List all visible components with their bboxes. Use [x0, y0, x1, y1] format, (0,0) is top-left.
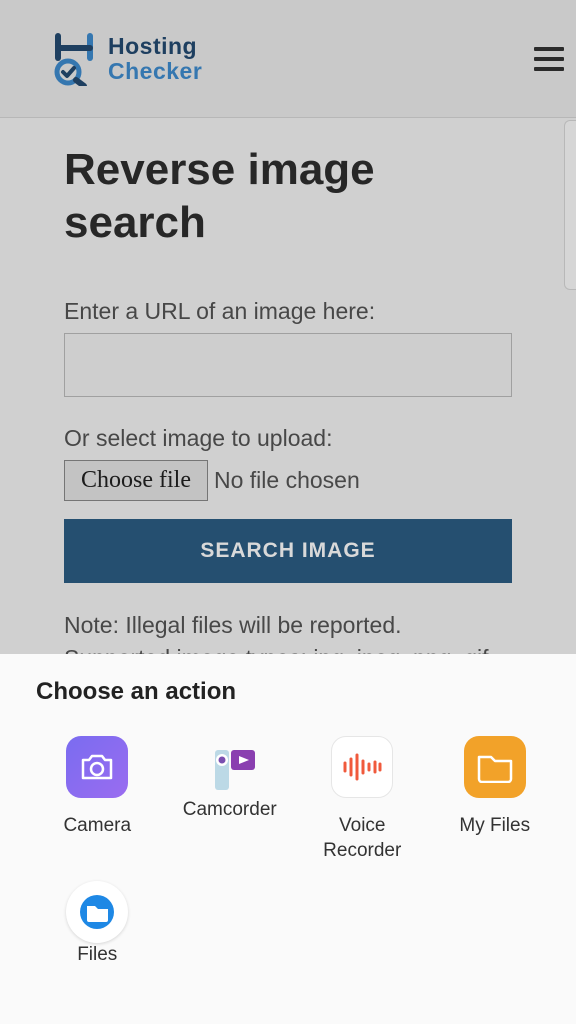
site-header: Hosting Checker [0, 0, 576, 118]
file-input-row: Choose file No file chosen [64, 460, 512, 501]
logo-icon [50, 32, 98, 86]
app-my-files-label: My Files [459, 814, 530, 839]
app-files[interactable]: Files [36, 881, 159, 968]
voice-recorder-icon [331, 736, 393, 798]
app-grid: Camera Camcorder [36, 736, 556, 968]
app-files-label: Files [77, 943, 117, 968]
upload-label: Or select image to upload: [64, 425, 512, 452]
sheet-title: Choose an action [36, 678, 556, 706]
main-content: Reverse image search Enter a URL of an i… [0, 118, 576, 675]
choose-file-button[interactable]: Choose file [64, 460, 208, 501]
my-files-icon [464, 736, 526, 798]
note-line1: Note: Illegal files will be reported. [64, 609, 512, 642]
app-my-files[interactable]: My Files [434, 736, 557, 863]
logo-text-line1: Hosting [108, 34, 202, 58]
image-url-input[interactable] [64, 333, 512, 397]
app-camcorder-label: Camcorder [183, 798, 277, 823]
scroll-indicator [564, 120, 576, 290]
site-logo[interactable]: Hosting Checker [50, 32, 202, 86]
search-image-button[interactable]: SEARCH IMAGE [64, 519, 512, 583]
page-title: Reverse image search [64, 144, 512, 250]
app-voice-recorder[interactable]: Voice Recorder [301, 736, 424, 863]
camera-icon [66, 736, 128, 798]
logo-text-line2: Checker [108, 59, 202, 83]
app-camera[interactable]: Camera [36, 736, 159, 863]
camcorder-icon [199, 736, 261, 798]
url-input-label: Enter a URL of an image here: [64, 298, 512, 325]
menu-button[interactable] [534, 47, 564, 71]
files-icon [66, 881, 128, 943]
app-camera-label: Camera [63, 814, 131, 839]
app-camcorder[interactable]: Camcorder [169, 736, 292, 863]
action-sheet: Choose an action Camera Cam [0, 654, 576, 1024]
file-chosen-status: No file chosen [214, 467, 360, 494]
app-voice-recorder-label: Voice Recorder [301, 814, 424, 863]
